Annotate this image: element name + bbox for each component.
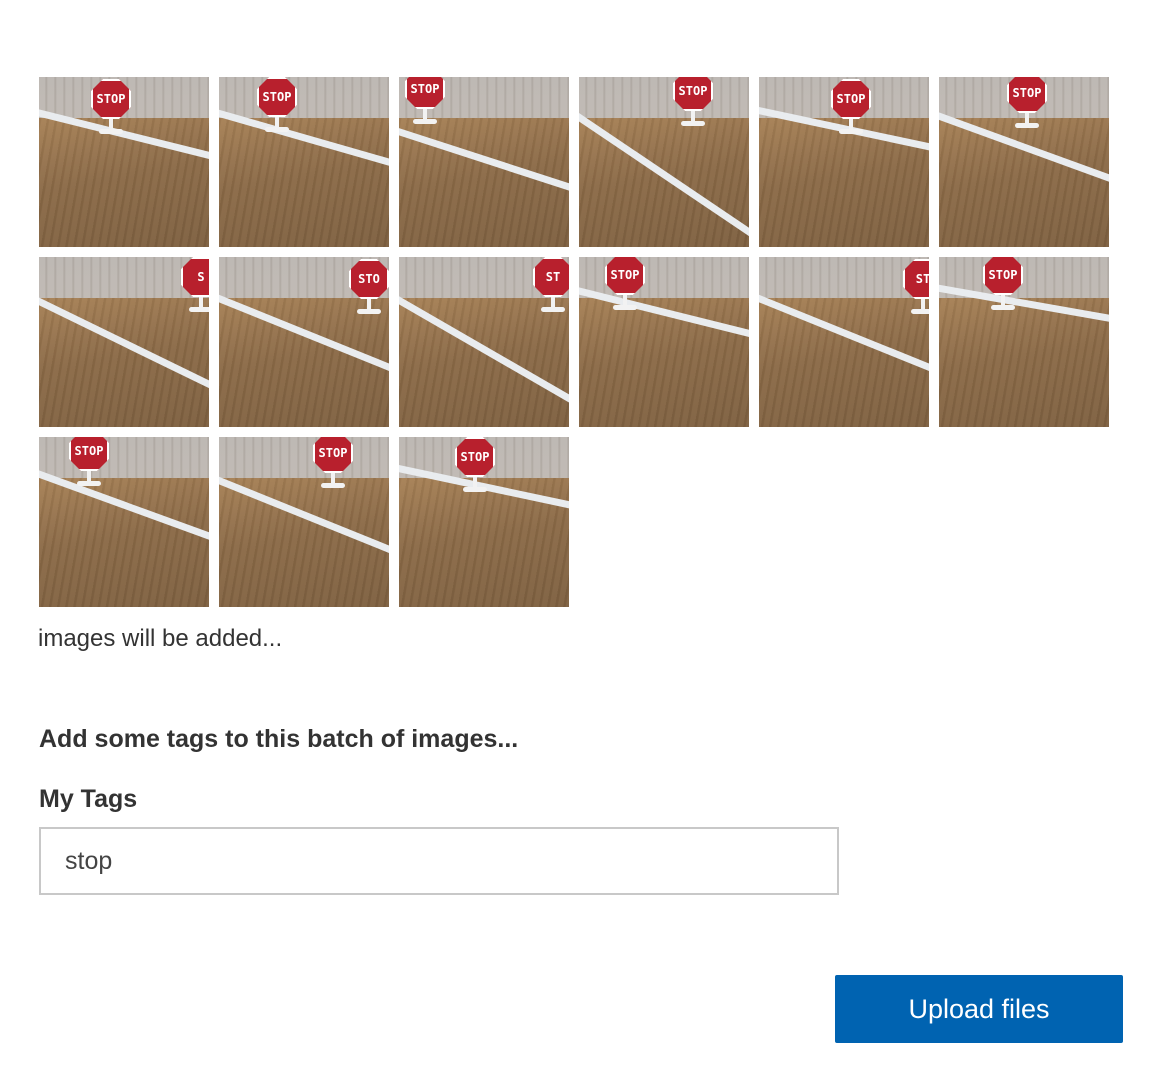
stop-sign-base bbox=[991, 305, 1015, 310]
thumbnail-floor bbox=[579, 297, 749, 427]
stop-sign-base bbox=[413, 119, 437, 124]
stop-sign-base bbox=[357, 309, 381, 314]
thumbnail-floor bbox=[39, 477, 209, 607]
image-thumbnail: STOP bbox=[399, 437, 569, 607]
image-thumbnail: STO bbox=[219, 257, 389, 427]
stop-sign-base bbox=[613, 305, 637, 310]
image-thumbnail: S bbox=[39, 257, 209, 427]
image-thumbnail: STOP bbox=[939, 77, 1109, 247]
thumbnail-wall bbox=[219, 77, 389, 118]
stop-sign-base bbox=[321, 483, 345, 488]
stop-sign-icon: STOP bbox=[455, 437, 495, 477]
image-thumbnail: ST bbox=[759, 257, 929, 427]
stop-sign-base bbox=[189, 307, 209, 312]
stop-sign-base bbox=[681, 121, 705, 126]
stop-sign-icon: STO bbox=[349, 259, 389, 299]
stop-sign-base bbox=[541, 307, 565, 312]
stop-sign-base bbox=[463, 487, 487, 492]
thumbnail-floor bbox=[219, 297, 389, 427]
thumbnail-floor bbox=[759, 297, 929, 427]
tags-heading: Add some tags to this batch of images... bbox=[39, 725, 519, 753]
stop-sign-base bbox=[911, 309, 929, 314]
thumbnail-wall bbox=[579, 77, 749, 118]
thumbnail-wall bbox=[219, 437, 389, 478]
tags-input[interactable] bbox=[39, 827, 839, 895]
upload-files-button[interactable]: Upload files bbox=[835, 975, 1123, 1043]
image-thumbnail: STOP bbox=[759, 77, 929, 247]
stop-sign-icon: STOP bbox=[831, 79, 871, 119]
image-thumbnail: STOP bbox=[399, 77, 569, 247]
upload-dialog: STOP STOP STOP STOP STOP STOP S STO ST STOP ST STOP… bbox=[0, 0, 1153, 1072]
stop-sign-base bbox=[99, 129, 123, 134]
stop-sign-icon: STOP bbox=[91, 79, 131, 119]
image-thumbnail: STOP bbox=[219, 77, 389, 247]
stop-sign-base bbox=[1015, 123, 1039, 128]
stop-sign-base bbox=[839, 129, 863, 134]
image-thumbnail: STOP bbox=[579, 77, 749, 247]
image-thumbnail: STOP bbox=[579, 257, 749, 427]
image-thumbnail: STOP bbox=[219, 437, 389, 607]
stop-sign-base bbox=[77, 481, 101, 486]
thumbnail-grid: STOP STOP STOP STOP STOP STOP S STO ST STOP ST STOP… bbox=[39, 77, 1109, 607]
image-thumbnail: STOP bbox=[939, 257, 1109, 427]
stop-sign-icon: STOP bbox=[257, 77, 297, 117]
image-thumbnail: STOP bbox=[39, 437, 209, 607]
image-thumbnail: ST bbox=[399, 257, 569, 427]
thumbnail-floor bbox=[939, 117, 1109, 247]
tags-label: My Tags bbox=[39, 785, 138, 813]
thumbnail-wall bbox=[39, 437, 209, 478]
thumbnail-wall bbox=[579, 257, 749, 298]
image-thumbnail: STOP bbox=[39, 77, 209, 247]
status-message: images will be added... bbox=[38, 625, 283, 652]
stop-sign-base bbox=[265, 127, 289, 132]
